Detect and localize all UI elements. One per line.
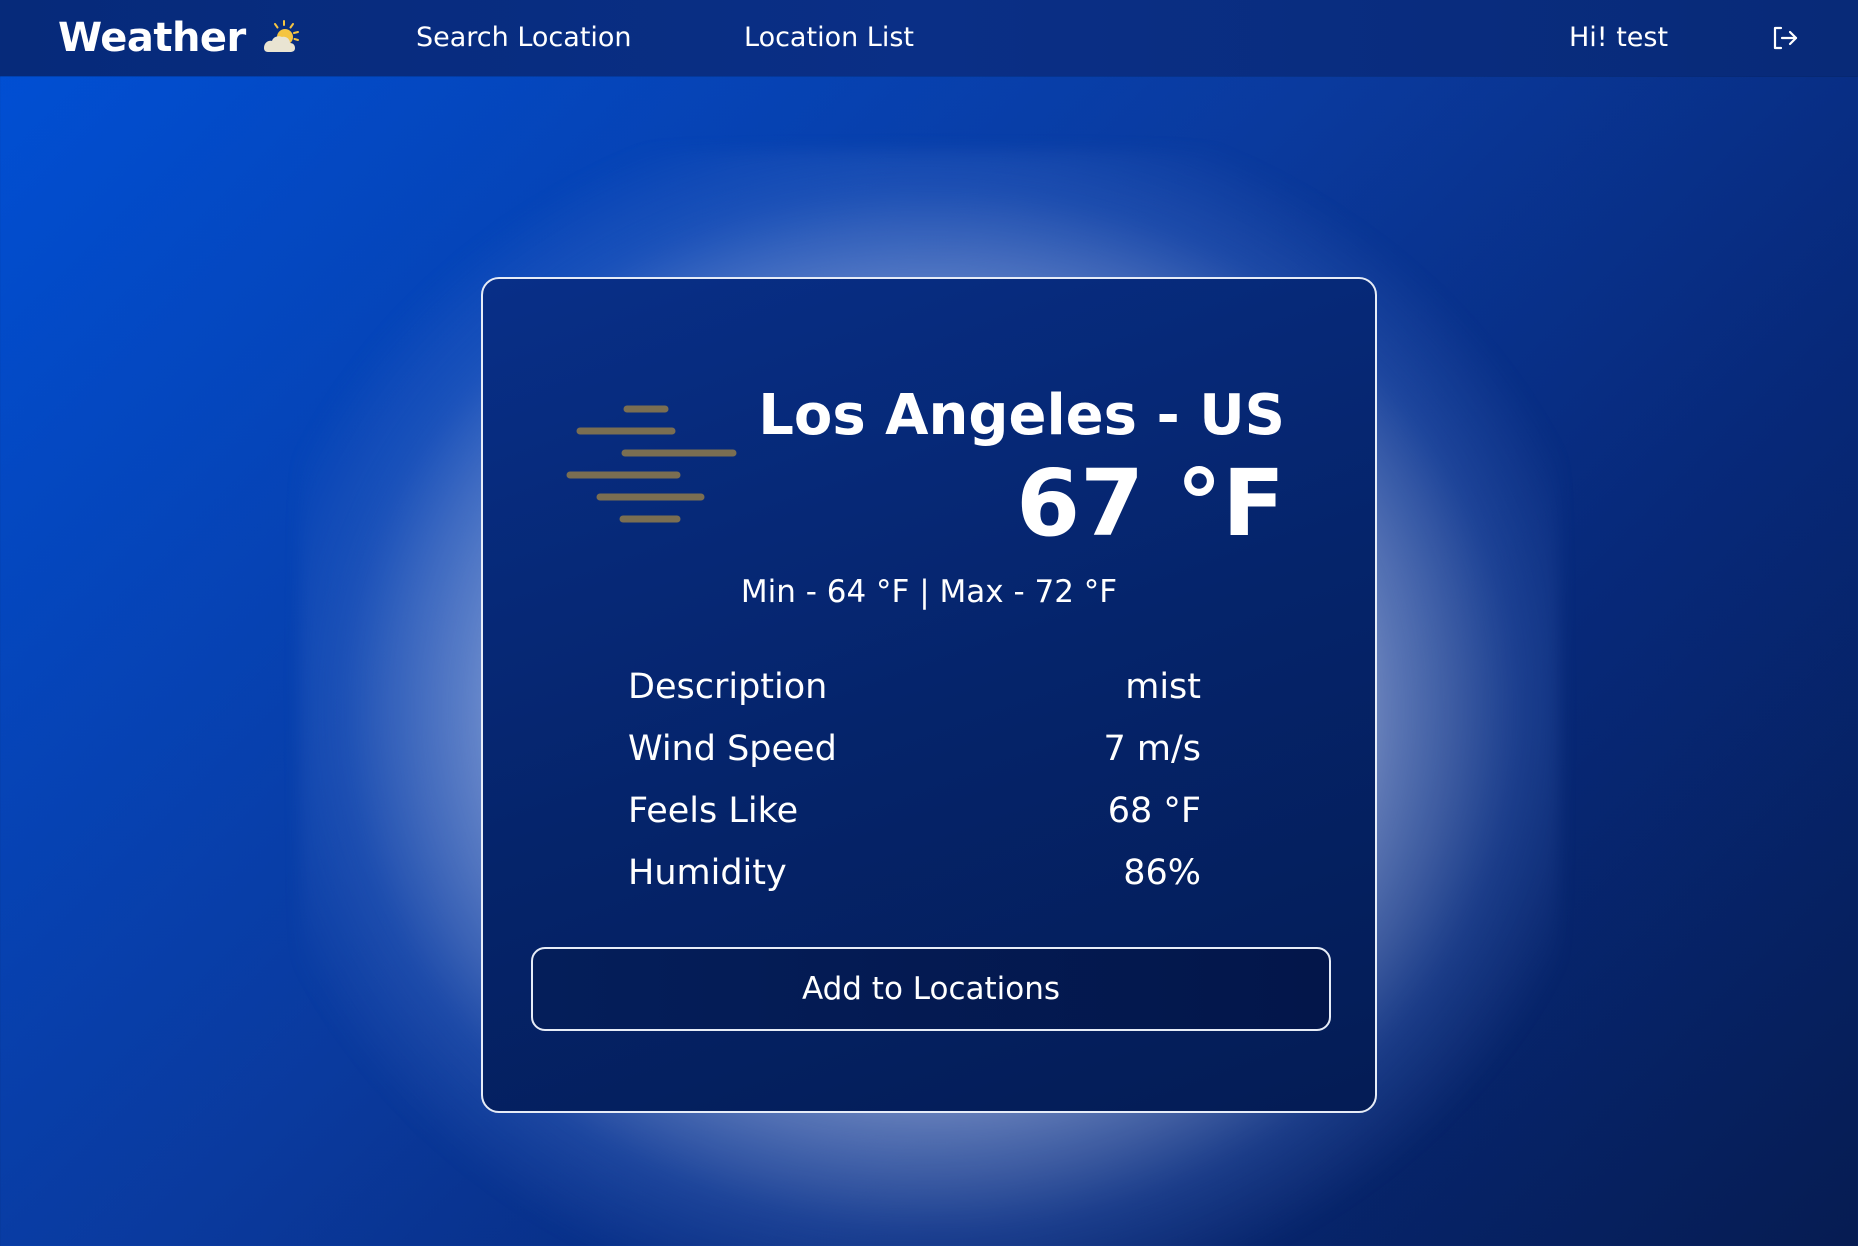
- min-max-temperature: Min - 64 °F | Max - 72 °F: [740, 574, 1118, 610]
- add-to-locations-button[interactable]: Add to Locations: [531, 947, 1331, 1031]
- detail-row-feels-like: Feels Like 68 °F: [628, 780, 1201, 842]
- user-greeting: Hi! test: [1569, 22, 1669, 53]
- brand-logo[interactable]: Weather: [58, 14, 304, 62]
- weather-card: Los Angeles - US 67 °F Min - 64 °F | Max…: [481, 277, 1377, 1113]
- detail-value: 7 m/s: [1103, 729, 1201, 769]
- current-temperature: 67 °F: [1016, 450, 1285, 557]
- detail-value: mist: [1125, 667, 1201, 707]
- detail-label: Description: [628, 667, 828, 707]
- detail-label: Wind Speed: [628, 729, 837, 769]
- nav-location-list[interactable]: Location List: [744, 20, 914, 56]
- detail-row-wind-speed: Wind Speed 7 m/s: [628, 718, 1201, 780]
- detail-value: 86%: [1123, 853, 1201, 893]
- sun-behind-cloud-icon: [263, 20, 299, 52]
- brand-title: Weather: [58, 15, 246, 61]
- nav-search-location[interactable]: Search Location: [416, 20, 632, 56]
- weather-details-table: Description mist Wind Speed 7 m/s Feels …: [628, 656, 1201, 904]
- detail-row-description: Description mist: [628, 656, 1201, 718]
- detail-label: Feels Like: [628, 791, 799, 831]
- top-navbar: Weather Search Location Location List Hi…: [0, 0, 1858, 76]
- mist-icon: [566, 405, 737, 523]
- detail-label: Humidity: [628, 853, 787, 893]
- detail-row-humidity: Humidity 86%: [628, 842, 1201, 904]
- detail-value: 68 °F: [1107, 791, 1201, 831]
- logout-icon[interactable]: [1770, 22, 1800, 54]
- city-name: Los Angeles - US: [758, 383, 1285, 448]
